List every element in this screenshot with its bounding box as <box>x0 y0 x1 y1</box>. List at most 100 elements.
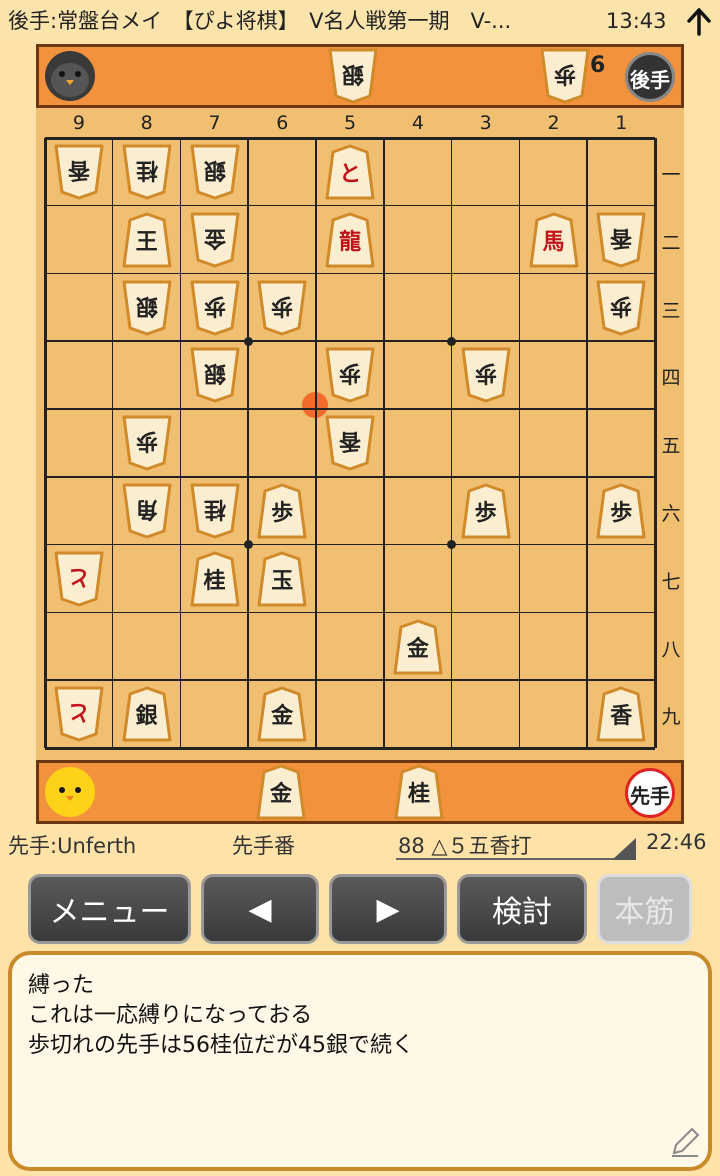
grid-line-vertical <box>586 138 588 749</box>
piece-glyph: 銀 <box>203 156 226 183</box>
grid-line-vertical <box>111 138 114 749</box>
shogi-piece[interactable]: 歩 <box>596 280 646 336</box>
shogi-piece[interactable]: 銀 <box>122 280 172 336</box>
turn-indicator: 先手番 <box>232 834 295 858</box>
hand-piece-count: 6 <box>590 53 606 78</box>
shogi-piece[interactable]: 角 <box>122 483 172 539</box>
piece-glyph: 龍 <box>339 228 362 255</box>
shogi-piece[interactable]: 香 <box>54 144 104 200</box>
grid-line-horizontal <box>45 204 656 207</box>
game-clock: 22:46 <box>646 830 707 854</box>
shogi-piece[interactable]: 歩 <box>325 347 375 403</box>
grid-line-vertical <box>518 138 521 749</box>
rank-label: 五 <box>661 435 681 458</box>
piece-glyph: 歩 <box>271 292 294 319</box>
shogi-piece[interactable]: 歩 <box>596 483 646 539</box>
grid-line-vertical <box>179 138 182 749</box>
study-button[interactable]: 検討 <box>457 874 587 944</box>
shogi-piece[interactable]: 銀 <box>190 144 240 200</box>
piece-glyph: 金 <box>271 703 294 730</box>
grid-line-horizontal <box>45 137 656 140</box>
shogi-piece[interactable]: 馬 <box>529 212 579 268</box>
piece-glyph: 銀 <box>342 61 365 87</box>
piece-glyph: 桂 <box>407 781 430 807</box>
comment-box[interactable]: 縛った これは一応縛りになっておる 歩切れの先手は56桂位だが45銀で続く <box>8 951 712 1171</box>
game-title: 後手:常盤台メイ 【ぴよ将棋】 V名人戦第一期 V-... <box>8 9 512 33</box>
sente-chick-avatar-icon <box>45 767 95 817</box>
shogi-piece[interactable]: 香 <box>325 415 375 471</box>
piece-glyph: 銀 <box>203 360 226 387</box>
piece-glyph: 歩 <box>474 499 497 526</box>
comment-line: 歩切れの先手は56桂位だが45銀で続く <box>28 1033 414 1058</box>
shogi-piece[interactable]: 金 <box>257 686 307 742</box>
shogi-piece[interactable]: 玉 <box>257 551 307 607</box>
shogi-piece[interactable]: 金 <box>190 212 240 268</box>
hand-piece[interactable]: 桂 <box>394 764 444 820</box>
next-move-button[interactable]: ▶ <box>329 874 447 944</box>
shogi-piece[interactable]: 歩 <box>257 280 307 336</box>
edit-pencil-icon[interactable] <box>668 1125 702 1159</box>
file-label: 6 <box>276 112 289 134</box>
shogi-piece[interactable]: 歩 <box>461 483 511 539</box>
shogi-piece[interactable]: 王 <box>122 212 172 268</box>
hand-piece[interactable]: 銀 <box>328 48 378 104</box>
shogi-piece[interactable]: 銀 <box>122 686 172 742</box>
shogi-piece[interactable]: 金 <box>393 619 443 675</box>
comment-line: 縛った <box>28 973 95 998</box>
sente-player-name: 先手:Unferth <box>8 834 137 858</box>
piece-glyph: 玉 <box>271 567 294 594</box>
piece-glyph: 歩 <box>339 360 362 387</box>
shogi-piece[interactable]: 歩 <box>190 280 240 336</box>
rank-label: 三 <box>661 299 681 322</box>
move-underline <box>396 858 636 860</box>
piece-glyph: 金 <box>406 635 429 662</box>
piece-glyph: 桂 <box>203 567 226 594</box>
grid-line-vertical <box>450 138 453 749</box>
move-dropdown-icon[interactable] <box>612 838 636 860</box>
grid-line-vertical <box>654 138 658 749</box>
piece-glyph: 香 <box>339 428 362 455</box>
shogi-piece[interactable]: 香 <box>596 686 646 742</box>
menu-button[interactable]: メニュー <box>28 874 191 944</box>
rank-label: 二 <box>661 231 681 254</box>
file-label: 1 <box>615 112 628 134</box>
piece-glyph: と <box>339 160 362 187</box>
prev-move-button[interactable]: ◀ <box>201 874 319 944</box>
mainline-button[interactable]: 本筋 <box>597 874 692 944</box>
shogi-piece[interactable]: 歩 <box>257 483 307 539</box>
piece-glyph: 歩 <box>610 292 633 319</box>
shogi-piece[interactable]: 桂 <box>190 483 240 539</box>
shogi-piece[interactable]: 龍 <box>325 212 375 268</box>
current-move[interactable]: 88 △５五香打 <box>398 830 532 860</box>
hand-piece[interactable]: 歩 <box>540 48 590 104</box>
shogi-piece[interactable]: 銀 <box>190 347 240 403</box>
comment-line: これは一応縛りになっておる <box>28 1003 313 1028</box>
sente-badge: 先手 <box>625 768 675 818</box>
grid-line-horizontal <box>45 272 656 275</box>
hand-piece[interactable]: 金 <box>256 764 306 820</box>
piece-glyph: 歩 <box>610 499 633 526</box>
shogi-piece[interactable]: と <box>54 686 104 742</box>
grid-line-horizontal <box>45 476 656 478</box>
piece-glyph: 桂 <box>203 495 226 522</box>
piece-glyph: 歩 <box>271 499 294 526</box>
piece-glyph: 桂 <box>135 156 158 183</box>
rank-label: 九 <box>661 706 681 729</box>
piece-glyph: 馬 <box>542 228 565 255</box>
shogi-piece[interactable]: 歩 <box>461 347 511 403</box>
piece-glyph: 歩 <box>135 428 158 455</box>
piece-glyph: 銀 <box>135 703 158 730</box>
grid-line-horizontal <box>45 408 656 410</box>
grid-line-horizontal <box>45 543 656 546</box>
shogi-piece[interactable]: と <box>325 144 375 200</box>
grid-line-horizontal <box>45 340 656 342</box>
shogi-piece[interactable]: 桂 <box>122 144 172 200</box>
shogi-piece[interactable]: 桂 <box>190 551 240 607</box>
sente-hand-bar: 先手 <box>36 760 684 824</box>
piece-glyph: 金 <box>269 781 292 807</box>
piece-glyph: 香 <box>610 703 633 730</box>
shogi-piece[interactable]: 歩 <box>122 415 172 471</box>
shogi-piece[interactable]: と <box>54 551 104 607</box>
shogi-piece[interactable]: 香 <box>596 212 646 268</box>
file-label: 8 <box>140 112 153 134</box>
